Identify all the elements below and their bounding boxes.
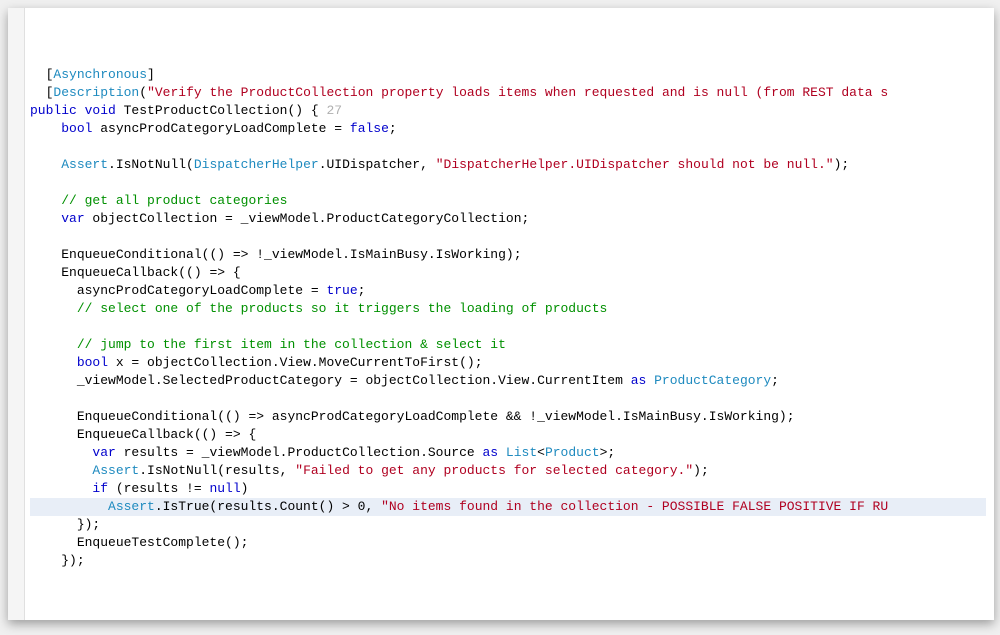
code-line[interactable]: }); <box>30 552 986 570</box>
code-line[interactable]: // jump to the first item in the collect… <box>30 336 986 354</box>
code-line[interactable]: Assert.IsTrue(results.Count() > 0, "No i… <box>30 498 986 516</box>
code-line[interactable]: if (results != null) <box>30 480 986 498</box>
code-line[interactable]: EnqueueCallback(() => { <box>30 264 986 282</box>
code-line[interactable]: EnqueueConditional(() => asyncProdCatego… <box>30 408 986 426</box>
code-line[interactable]: EnqueueConditional(() => !_viewModel.IsM… <box>30 246 986 264</box>
code-line[interactable]: }); <box>30 516 986 534</box>
code-line[interactable]: [Asynchronous] <box>30 66 986 84</box>
code-line[interactable]: // select one of the products so it trig… <box>30 300 986 318</box>
code-line[interactable]: // get all product categories <box>30 192 986 210</box>
code-line[interactable] <box>30 228 986 246</box>
code-line[interactable]: bool asyncProdCategoryLoadComplete = fal… <box>30 120 986 138</box>
code-line[interactable]: public void TestProductCollection() { 27 <box>30 102 986 120</box>
code-line[interactable]: EnqueueTestComplete(); <box>30 534 986 552</box>
code-line[interactable] <box>30 174 986 192</box>
code-line[interactable]: EnqueueCallback(() => { <box>30 426 986 444</box>
code-line[interactable] <box>30 318 986 336</box>
code-editor[interactable]: [Asynchronous] [Description("Verify the … <box>8 8 994 620</box>
code-line[interactable] <box>30 138 986 156</box>
code-line[interactable]: Assert.IsNotNull(results, "Failed to get… <box>30 462 986 480</box>
code-line[interactable]: Assert.IsNotNull(DispatcherHelper.UIDisp… <box>30 156 986 174</box>
code-line[interactable]: var objectCollection = _viewModel.Produc… <box>30 210 986 228</box>
editor-gutter <box>8 8 25 620</box>
code-line[interactable]: asyncProdCategoryLoadComplete = true; <box>30 282 986 300</box>
code-line[interactable] <box>30 390 986 408</box>
code-body[interactable]: [Asynchronous] [Description("Verify the … <box>30 66 986 570</box>
code-line[interactable]: _viewModel.SelectedProductCategory = obj… <box>30 372 986 390</box>
code-line[interactable]: bool x = objectCollection.View.MoveCurre… <box>30 354 986 372</box>
code-line[interactable]: [Description("Verify the ProductCollecti… <box>30 84 986 102</box>
code-line[interactable]: var results = _viewModel.ProductCollecti… <box>30 444 986 462</box>
